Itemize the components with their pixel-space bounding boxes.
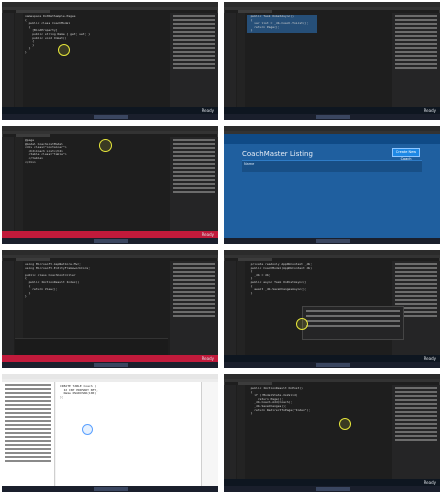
status-label: Ready: [201, 108, 214, 113]
cursor-highlight: [82, 424, 93, 435]
status-label: Ready: [423, 480, 436, 485]
status-bar: Ready: [2, 107, 218, 114]
solution-explorer[interactable]: [170, 261, 218, 355]
line-number-gutter: [237, 385, 245, 479]
panel-sql-studio[interactable]: CREATE TABLE Coach ( Id INT PRIMARY KEY,…: [2, 374, 218, 492]
toolbox-pane: [2, 137, 14, 231]
taskbar-icons[interactable]: [316, 115, 350, 119]
panel-vs-editor-8[interactable]: public IActionResult OnPost() { if (!Mod…: [224, 374, 440, 492]
toolbox-pane: [2, 13, 14, 107]
taskbar-icons[interactable]: [94, 363, 128, 367]
line-number-gutter: [15, 137, 23, 231]
toolbox-pane: [224, 261, 236, 355]
output-pane: [15, 338, 168, 356]
solution-explorer[interactable]: [170, 13, 218, 107]
cursor-highlight: [296, 318, 308, 330]
query-text: CREATE TABLE Coach ( Id INT PRIMARY KEY,…: [60, 384, 98, 399]
status-label: Ready: [423, 108, 436, 113]
site-navbar[interactable]: [224, 134, 440, 144]
panel-vs-editor-1[interactable]: namespace DotNetSample.Pages { public cl…: [2, 2, 218, 120]
line-number-gutter: [237, 13, 245, 107]
thumbnail-grid: namespace DotNetSample.Pages { public cl…: [0, 0, 442, 500]
taskbar-icons[interactable]: [94, 487, 128, 491]
taskbar-icons[interactable]: [94, 239, 128, 243]
status-label: Ready: [201, 232, 214, 237]
line-number-gutter: [15, 13, 23, 107]
status-bar: Ready: [2, 231, 218, 238]
query-editor[interactable]: CREATE TABLE Coach ( Id INT PRIMARY KEY,…: [56, 382, 202, 486]
solution-explorer[interactable]: [170, 137, 218, 231]
taskbar-icons[interactable]: [316, 487, 350, 491]
windows-taskbar[interactable]: [2, 362, 218, 368]
windows-taskbar[interactable]: [2, 486, 218, 492]
code-text: using Microsoft.AspNetCore.Mvc; using Mi…: [25, 262, 91, 299]
windows-taskbar[interactable]: [224, 238, 440, 244]
code-editor[interactable]: public IActionResult OnPost() { if (!Mod…: [237, 385, 390, 479]
panel-vs-editor-2[interactable]: public Task OnGetAsync() { var list = _d…: [224, 2, 440, 120]
code-editor[interactable]: public Task OnGetAsync() { var list = _d…: [237, 13, 390, 107]
toolbox-pane: [2, 261, 14, 355]
panel-vs-editor-3[interactable]: @page @model CoachListModel <div class="…: [2, 126, 218, 244]
toolbox-pane: [224, 13, 236, 107]
cursor-highlight: [99, 139, 112, 152]
code-text: private readonly AppDbContext _db; publi…: [250, 262, 313, 295]
code-text: public Task OnGetAsync() { var list = _d…: [247, 14, 317, 33]
status-bar: Ready: [2, 355, 218, 362]
windows-taskbar[interactable]: [2, 238, 218, 244]
solution-explorer[interactable]: [392, 385, 440, 479]
status-label: Ready: [423, 356, 436, 361]
object-explorer[interactable]: [2, 382, 55, 486]
table-header: Name: [244, 162, 255, 166]
taskbar-icons[interactable]: [316, 363, 350, 367]
code-text: public IActionResult OnPost() { if (!Mod…: [250, 386, 311, 416]
windows-taskbar[interactable]: [224, 486, 440, 492]
cursor-highlight: [339, 418, 351, 430]
toolbox-pane: [224, 385, 236, 479]
windows-taskbar[interactable]: [224, 362, 440, 368]
listing-table: Name: [242, 160, 422, 172]
line-number-gutter: [237, 261, 245, 355]
properties-pane: [201, 382, 218, 486]
code-editor[interactable]: @page @model CoachListModel <div class="…: [15, 137, 168, 231]
intellisense-tooltip: [302, 306, 404, 340]
panel-vs-editor-5[interactable]: using Microsoft.AspNetCore.Mvc; using Mi…: [2, 250, 218, 368]
solution-explorer[interactable]: [392, 13, 440, 107]
taskbar-icons[interactable]: [94, 115, 128, 119]
code-text: @page @model CoachListModel <div class="…: [25, 138, 67, 164]
cursor-highlight: [58, 44, 70, 56]
windows-taskbar[interactable]: [2, 114, 218, 120]
panel-browser-app[interactable]: CoachMaster Listing Create New Coach Nam…: [224, 126, 440, 244]
taskbar-icons[interactable]: [316, 239, 350, 243]
web-page: CoachMaster Listing Create New Coach Nam…: [224, 134, 440, 238]
windows-taskbar[interactable]: [224, 114, 440, 120]
status-bar: Ready: [224, 479, 440, 486]
status-bar: Ready: [224, 355, 440, 362]
status-label: Ready: [201, 356, 214, 361]
panel-vs-editor-6[interactable]: private readonly AppDbContext _db; publi…: [224, 250, 440, 368]
code-text: namespace DotNetSample.Pages { public cl…: [25, 14, 91, 54]
code-editor[interactable]: namespace DotNetSample.Pages { public cl…: [15, 13, 168, 107]
create-new-button[interactable]: Create New Coach: [392, 148, 420, 161]
status-bar: Ready: [224, 107, 440, 114]
page-heading: CoachMaster Listing: [242, 150, 313, 158]
